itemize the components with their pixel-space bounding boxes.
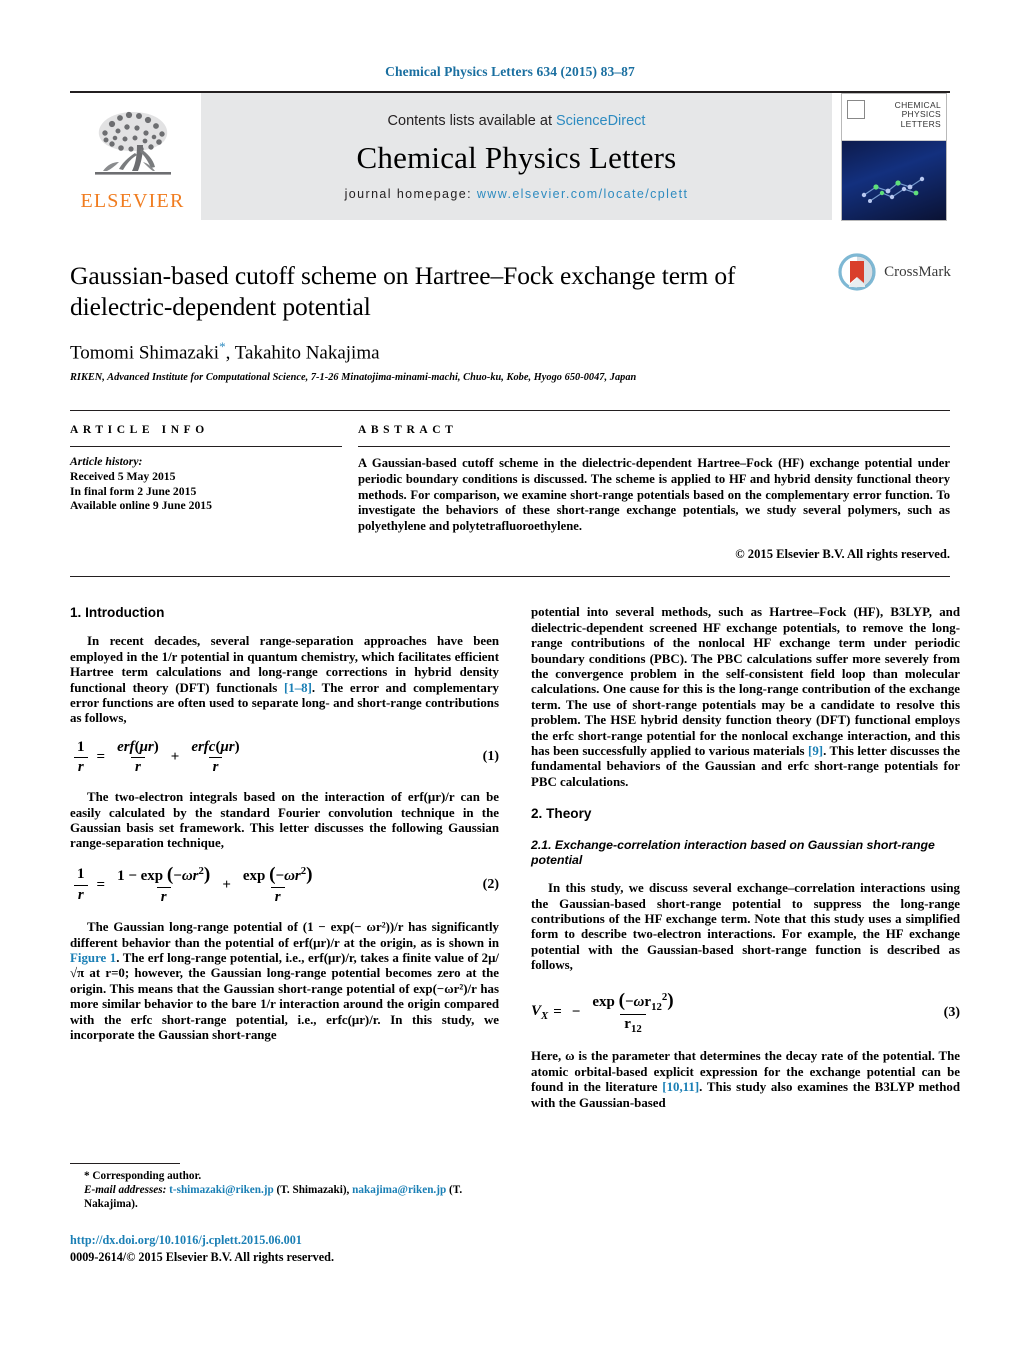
body-columns: 1. Introduction In recent decades, sever… — [70, 605, 960, 1265]
abstract-copyright: © 2015 Elsevier B.V. All rights reserved… — [735, 547, 950, 562]
journal-homepage-line: journal homepage: www.elsevier.com/locat… — [345, 187, 689, 201]
footnote-block: * Corresponding author. E-mail addresses… — [70, 1163, 499, 1265]
page-title: Gaussian-based cutoff scheme on Hartree–… — [70, 261, 736, 321]
eq1-term-2: erfc(μr) r — [191, 738, 240, 775]
article-info-column: ARTICLE INFO Article history: Received 5… — [70, 424, 358, 562]
homepage-prefix: journal homepage: — [344, 186, 477, 201]
intro-p3-part-a: The Gaussian long-range potential of (1 … — [70, 920, 499, 950]
eq1-lhs: 1r — [73, 739, 89, 777]
paper-page: Chemical Physics Letters 634 (2015) 83–8… — [0, 0, 1020, 1351]
article-info-rule — [70, 446, 342, 448]
eq2-term-2: exp (−ωr2) r — [242, 863, 313, 905]
abstract-rule — [358, 446, 950, 448]
article-history-label: Article history: — [70, 455, 143, 469]
equation-1: 1r = erf(μr) r + erfc(μr) r (1) — [70, 739, 499, 777]
crossmark-label: CrossMark — [884, 263, 951, 280]
contents-prefix: Contents lists available at — [387, 112, 556, 129]
subsection-heading-2-1: 2.1. Exchange-correlation interaction ba… — [531, 838, 935, 868]
abstract-column: ABSTRACT A Gaussian-based cutoff scheme … — [358, 424, 950, 562]
eq3-lhs: VX — [531, 1003, 549, 1023]
sciencedirect-link[interactable]: ScienceDirect — [556, 113, 645, 129]
author-1: Tomomi Shimazaki — [70, 342, 220, 364]
doi-link[interactable]: http://dx.doi.org/10.1016/j.cplett.2015.… — [70, 1233, 499, 1248]
right-column: potential into several methods, such as … — [531, 605, 960, 1265]
article-info-heading: ARTICLE INFO — [70, 424, 209, 437]
journal-cover-cell: CHEMICAL PHYSICS LETTERS — [838, 92, 950, 221]
equation-1-number: (1) — [482, 749, 499, 765]
history-available-online: Available online 9 June 2015 — [70, 499, 212, 513]
email-note: E-mail addresses: t-shimazaki@riken.jp (… — [70, 1183, 499, 1211]
info-abstract-band: ARTICLE INFO Article history: Received 5… — [70, 410, 950, 578]
corresponding-author-note: * Corresponding author. — [84, 1170, 202, 1183]
email-link-1[interactable]: t-shimazaki@riken.jp — [169, 1184, 274, 1196]
figure-1-link[interactable]: Figure 1 — [70, 951, 116, 965]
citation-1-8[interactable]: [1–8] — [284, 681, 312, 695]
right-paragraph-1: potential into several methods, such as … — [531, 605, 960, 790]
cover-artwork — [842, 141, 946, 220]
section-heading-theory: 2. Theory — [531, 806, 592, 822]
theory-paragraph-1: In this study, we discuss several exchan… — [531, 881, 960, 973]
abstract-heading: ABSTRACT — [358, 424, 458, 437]
equation-1-body: 1r = erf(μr) r + erfc(μr) r — [70, 739, 483, 777]
cover-top: CHEMICAL PHYSICS LETTERS — [842, 93, 946, 142]
history-received: Received 5 May 2015 — [70, 469, 176, 483]
eq1-term-1: erf(μr) r — [117, 738, 159, 775]
homepage-url-link[interactable]: www.elsevier.com/locate/cplett — [477, 187, 689, 201]
equation-3-body: VX = − exp (−ωr122) r12 — [531, 990, 944, 1036]
section-heading-introduction: 1. Introduction — [70, 605, 165, 621]
running-head: Chemical Physics Letters 634 (2015) 83–8… — [385, 64, 635, 79]
citation-9[interactable]: [9] — [808, 744, 823, 758]
abstract-text: A Gaussian-based cutoff scheme in the di… — [358, 456, 950, 533]
journal-banner: Contents lists available at ScienceDirec… — [201, 93, 832, 220]
crossmark-badge[interactable]: CrossMark — [838, 252, 951, 292]
affiliation: RIKEN, Advanced Institute for Computatio… — [70, 372, 637, 384]
molecule-graphic-icon — [861, 176, 925, 204]
eq2-term-1: 1 − exp (−ωr2) r — [117, 863, 211, 905]
author-2: , Takahito Nakajima — [225, 342, 380, 364]
journal-cover-thumbnail: CHEMICAL PHYSICS LETTERS — [841, 92, 947, 221]
intro-paragraph-2: The two-electron integrals based on the … — [70, 790, 499, 851]
equation-3: VX = − exp (−ωr122) r12 (3) — [531, 990, 960, 1036]
elsevier-wordmark: ELSEVIER — [80, 189, 185, 212]
contents-available-line: Contents lists available at ScienceDirec… — [388, 113, 646, 129]
cover-publisher-mark-icon — [847, 99, 865, 119]
equation-2-body: 1r = 1 − exp (−ωr2) r + exp (−ωr2) r — [70, 864, 483, 906]
journal-masthead: ELSEVIER Contents lists available at Sci… — [70, 91, 950, 221]
author-list: Tomomi Shimazaki*, Takahito Nakajima — [70, 339, 950, 364]
theory-paragraph-2: Here, ω is the parameter that determines… — [531, 1049, 960, 1111]
title-block: CrossMark Gaussian-based cutoff scheme o… — [70, 253, 951, 384]
eq3-rhs: exp (−ωr122) r12 — [592, 989, 674, 1036]
intro-paragraph-1: In recent decades, several range-separat… — [70, 634, 499, 726]
eq2-lhs: 1r — [73, 866, 89, 904]
intro-p3-part-b: . The erf long-range potential, i.e., er… — [70, 951, 499, 1043]
history-final-form: In final form 2 June 2015 — [70, 484, 197, 498]
intro-paragraph-3: The Gaussian long-range potential of (1 … — [70, 920, 499, 1043]
issn-copyright: 0009-2614/© 2015 Elsevier B.V. All right… — [70, 1250, 335, 1265]
cover-journal-title: CHEMICAL PHYSICS LETTERS — [894, 99, 941, 129]
right-p1-part-a: potential into several methods, such as … — [531, 605, 960, 758]
elsevier-logo: ELSEVIER — [70, 93, 195, 220]
article-history: Article history: Received 5 May 2015 In … — [70, 455, 342, 513]
crossmark-icon — [838, 253, 876, 291]
equation-2-number: (2) — [482, 877, 499, 893]
email-link-2[interactable]: nakajima@riken.jp — [352, 1184, 446, 1196]
email-label: E-mail addresses: — [84, 1184, 167, 1197]
equation-3-number: (3) — [943, 1004, 960, 1020]
elsevier-tree-icon — [94, 111, 171, 175]
left-column: 1. Introduction In recent decades, sever… — [70, 605, 499, 1265]
citation-10-11[interactable]: [10,11] — [662, 1080, 699, 1094]
doi-block: http://dx.doi.org/10.1016/j.cplett.2015.… — [70, 1233, 499, 1265]
equation-2: 1r = 1 − exp (−ωr2) r + exp (−ωr2) r (2) — [70, 864, 499, 906]
footnote-rule — [70, 1163, 180, 1165]
journal-title: Chemical Physics Letters — [356, 139, 677, 175]
email-1-owner: (T. Shimazaki), — [273, 1184, 353, 1197]
